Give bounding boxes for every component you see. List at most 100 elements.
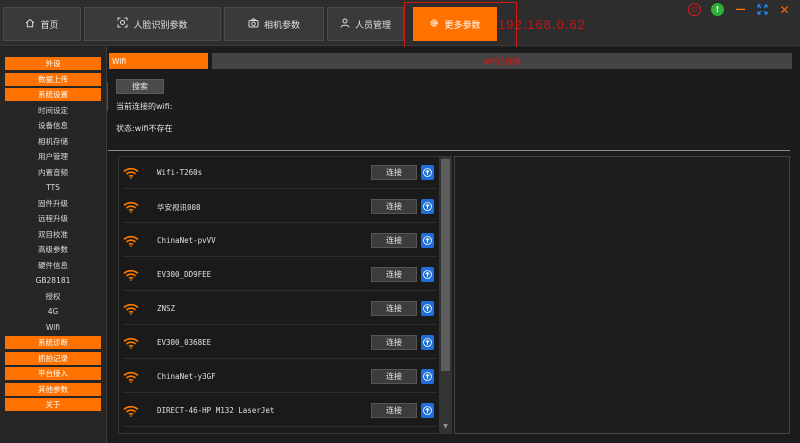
- wifi-network-row[interactable]: ZNSZ 连接: [119, 293, 437, 325]
- upload-icon[interactable]: [421, 233, 434, 248]
- row-divider: [123, 358, 437, 359]
- upload-icon[interactable]: [421, 369, 434, 384]
- face-recognition-icon: [117, 17, 128, 31]
- sidebar-item-wifi[interactable]: Wifi: [5, 321, 101, 334]
- row-divider: [123, 324, 437, 325]
- upload-icon[interactable]: [421, 335, 434, 350]
- wifi-network-row[interactable]: ChinaNet-pvVV 连接: [119, 225, 437, 257]
- wifi-signal-icon: [123, 371, 139, 383]
- annotation-box-1: [404, 2, 517, 52]
- current-wifi-label: 当前连接的wifi:: [116, 102, 173, 111]
- camera-icon: [248, 18, 259, 31]
- maximize-icon[interactable]: [756, 3, 769, 16]
- connect-button[interactable]: 连接: [371, 301, 417, 316]
- sidebar-item-capture-records[interactable]: 抓拍记录: [5, 351, 101, 365]
- wifi-detail-panel: [454, 156, 790, 434]
- sidebar-item-user-management[interactable]: 用户管理: [5, 150, 101, 163]
- upload-icon[interactable]: [421, 267, 434, 282]
- row-divider: [123, 426, 437, 427]
- divider: [108, 150, 790, 151]
- connect-button[interactable]: 连接: [371, 335, 417, 350]
- tab-personnel[interactable]: 人员管理: [327, 7, 404, 41]
- connect-button[interactable]: 连接: [371, 165, 417, 180]
- wifi-signal-icon: [123, 201, 139, 213]
- wifi-network-row[interactable]: Wifi-T260s 连接: [119, 157, 437, 189]
- sidebar-item-other-params[interactable]: 其他参数: [5, 382, 101, 396]
- wifi-ssid: Wifi-T260s: [157, 168, 203, 177]
- wifi-ssid: EV300_0368EE: [157, 338, 212, 347]
- row-divider: [123, 188, 437, 189]
- power-icon[interactable]: ⏻: [688, 3, 701, 16]
- sidebar-item-binocular-calibration[interactable]: 双目校准: [5, 228, 101, 241]
- tab-home[interactable]: 首页: [3, 7, 81, 41]
- wifi-network-row[interactable]: EV300_DD9FEE 连接: [119, 259, 437, 291]
- wifi-ssid: ZNSZ: [157, 304, 176, 313]
- person-icon: [340, 18, 350, 31]
- minimize-icon[interactable]: —: [734, 3, 747, 16]
- connect-button[interactable]: 连接: [371, 267, 417, 282]
- sidebar-item-time-settings[interactable]: 时间设定: [5, 104, 101, 117]
- sidebar-item-tts[interactable]: TTS: [5, 181, 101, 194]
- wifi-signal-icon: [123, 405, 139, 417]
- connect-button[interactable]: 连接: [371, 369, 417, 384]
- main-panel: Wifi wifi已连接 搜索 当前连接的wifi: 状态:wifi不存在 DI…: [108, 47, 800, 443]
- scrollbar[interactable]: ▼: [439, 157, 451, 433]
- top-bar: 首页 人脸识别参数 相机参数 人员管理 更多参数 192.168.0.62 ⏻ …: [0, 0, 800, 46]
- sidebar-item-camera-storage[interactable]: 相机存储: [5, 135, 101, 148]
- wifi-signal-icon: [123, 303, 139, 315]
- wifi-status-label: 状态:wifi不存在: [116, 124, 173, 133]
- wifi-signal-icon: [123, 269, 139, 281]
- connect-button[interactable]: 连接: [371, 403, 417, 418]
- sidebar-item-builtin-audio[interactable]: 内置音频: [5, 166, 101, 179]
- wifi-signal-icon: [123, 167, 139, 179]
- sidebar-item-4g[interactable]: 4G: [5, 305, 101, 318]
- row-divider: [123, 256, 437, 257]
- sidebar-item-system-diagnosis[interactable]: 系统诊断: [5, 336, 101, 349]
- scroll-down-icon[interactable]: ▼: [441, 423, 450, 431]
- sidebar-item-hardware-info[interactable]: 硬件信息: [5, 259, 101, 272]
- row-divider: [123, 222, 437, 223]
- upload-icon[interactable]: [421, 403, 434, 418]
- tab-label: 相机参数: [263, 20, 300, 31]
- tab-label: 人脸识别参数: [133, 20, 188, 31]
- close-icon[interactable]: ✕: [778, 3, 791, 16]
- sidebar-item-about[interactable]: 关于: [5, 398, 101, 411]
- sidebar: 外设数据上传系统设置时间设定设备信息相机存储用户管理内置音频 TTS 固件升级远程升…: [0, 47, 107, 443]
- sidebar-item-advanced-params[interactable]: 高级参数: [5, 243, 101, 256]
- connect-button[interactable]: 连接: [371, 233, 417, 248]
- sidebar-item-remote-upgrade[interactable]: 远程升级: [5, 212, 101, 225]
- wifi-network-row[interactable]: 华安视讯008 连接: [119, 191, 437, 223]
- row-divider: [123, 290, 437, 291]
- tab-face-recognition[interactable]: 人脸识别参数: [84, 7, 221, 41]
- connect-button[interactable]: 连接: [371, 199, 417, 214]
- wifi-network-list[interactable]: DIRECT-46-HP M132 LaserJet 连接 ChinaNet-y3G…: [118, 156, 452, 434]
- sidebar-item-system-settings[interactable]: 系统设置: [5, 88, 101, 101]
- wifi-ssid: ChinaNet-pvVV: [157, 236, 216, 245]
- sidebar-item-platform-access[interactable]: 平台接入: [5, 367, 101, 380]
- upload-icon[interactable]: [421, 301, 434, 316]
- sidebar-item-data-upload[interactable]: 数据上传: [5, 72, 101, 86]
- upload-icon[interactable]: [421, 165, 434, 180]
- wifi-ssid: ChinaNet-y3GF: [157, 372, 216, 381]
- search-button[interactable]: 搜索: [116, 79, 164, 94]
- sidebar-item-gb28181[interactable]: GB28181: [5, 274, 101, 287]
- row-divider: [123, 392, 437, 393]
- wifi-signal-icon: [123, 337, 139, 349]
- sidebar-item-firmware-upgrade[interactable]: 固件升级: [5, 197, 101, 210]
- sidebar-item-peripherals[interactable]: 外设: [5, 57, 101, 70]
- wifi-network-row[interactable]: DIRECT-46-HP M132 LaserJet 连接: [119, 395, 437, 427]
- tab-camera-params[interactable]: 相机参数: [224, 7, 324, 41]
- upload-icon[interactable]: [421, 199, 434, 214]
- wifi-ssid: 华安视讯008: [157, 203, 201, 212]
- wifi-network-row[interactable]: ChinaNet-y3GF 连接: [119, 361, 437, 393]
- tab-label: 首页: [40, 20, 59, 31]
- wifi-detail-area: [456, 157, 789, 433]
- wifi-header-tab: Wifi: [109, 53, 208, 69]
- wifi-network-row[interactable]: EV300_0368EE 连接: [119, 327, 437, 359]
- wifi-status-bar: wifi已连接: [212, 53, 792, 69]
- sidebar-item-authorization[interactable]: 授权: [5, 290, 101, 303]
- tab-label: 人员管理: [354, 20, 391, 31]
- sidebar-item-device-info[interactable]: 设备信息: [5, 119, 101, 132]
- info-icon[interactable]: !: [711, 3, 724, 16]
- scroll-thumb[interactable]: [441, 159, 450, 371]
